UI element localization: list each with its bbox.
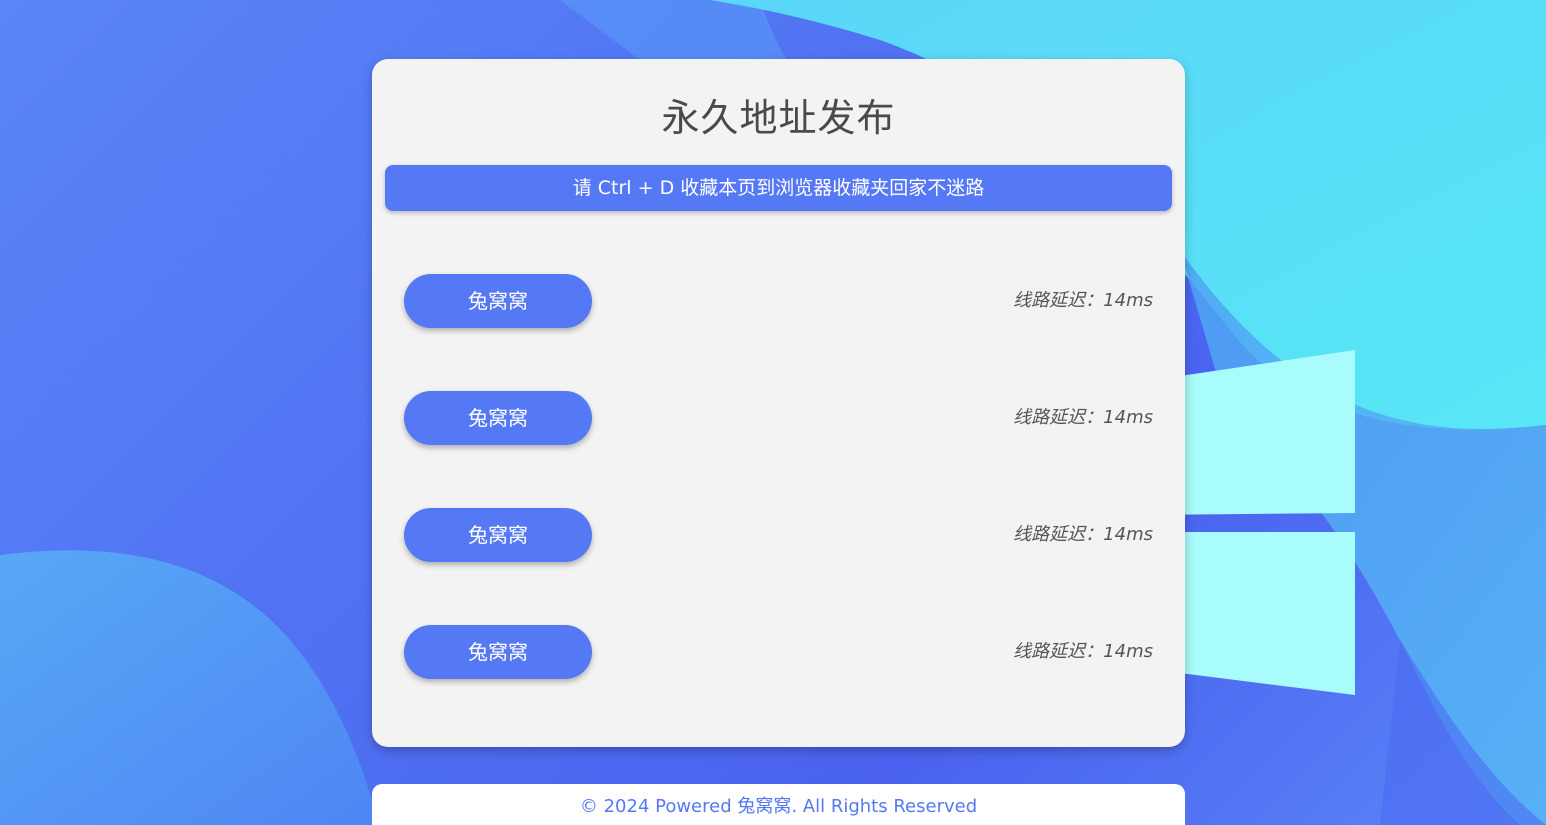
line-button-1[interactable]: 兔窝窝: [404, 274, 592, 328]
footer: © 2024 Powered 兔窝窝. All Rights Reserved: [372, 784, 1185, 825]
line-latency-3: 线路延迟：14ms: [1013, 524, 1153, 545]
line-row: 兔窝窝 线路延迟：14ms: [372, 508, 1185, 562]
line-row: 兔窝窝 线路延迟：14ms: [372, 625, 1185, 679]
line-latency-1: 线路延迟：14ms: [1013, 290, 1153, 311]
page-title: 永久地址发布: [661, 96, 896, 140]
line-button-2[interactable]: 兔窝窝: [404, 391, 592, 445]
line-latency-2: 线路延迟：14ms: [1013, 407, 1153, 428]
address-card: 永久地址发布 请 Ctrl + D 收藏本页到浏览器收藏夹回家不迷路 兔窝窝 线…: [372, 59, 1185, 747]
bookmark-notice-banner: 请 Ctrl + D 收藏本页到浏览器收藏夹回家不迷路: [385, 165, 1172, 211]
footer-copyright: © 2024 Powered 兔窝窝. All Rights Reserved: [579, 796, 978, 817]
line-row: 兔窝窝 线路延迟：14ms: [372, 391, 1185, 445]
line-row: 兔窝窝 线路延迟：14ms: [372, 274, 1185, 328]
line-latency-4: 线路延迟：14ms: [1013, 641, 1153, 662]
line-button-3[interactable]: 兔窝窝: [404, 508, 592, 562]
line-button-4[interactable]: 兔窝窝: [404, 625, 592, 679]
